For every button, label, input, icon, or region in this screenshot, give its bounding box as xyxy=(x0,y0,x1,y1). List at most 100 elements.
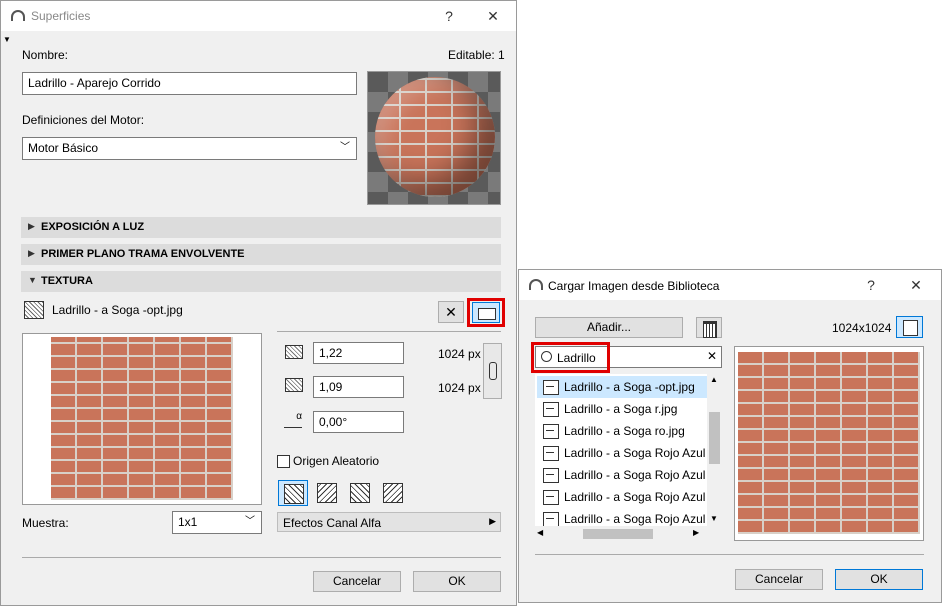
list-item[interactable]: Ladrillo - a Soga Rojo Azul D xyxy=(537,486,717,508)
section-light-label: EXPOSICIÓN A LUZ xyxy=(41,221,145,233)
image-resolution: 1024x1024 xyxy=(832,321,892,335)
image-info-icon xyxy=(903,320,918,336)
list-item-label: Ladrillo - a Soga r.jpg xyxy=(564,402,678,416)
height-field[interactable]: 1,09 xyxy=(313,376,404,398)
alpha-effects-label: Efectos Canal Alfa xyxy=(283,516,382,530)
cancel-button[interactable]: Cancelar xyxy=(313,571,401,592)
add-button[interactable]: Añadir... xyxy=(535,317,683,338)
chevron-down-icon: ﹀ xyxy=(245,516,255,527)
surfaces-titlebar: Superficies ? ✕ xyxy=(1,1,516,31)
hatch-icon xyxy=(284,484,304,504)
library-icon xyxy=(703,321,717,338)
texture-preview-frame xyxy=(22,333,262,505)
help-button[interactable]: ? xyxy=(857,274,885,296)
alpha-effects-button[interactable]: Efectos Canal Alfa ▶ xyxy=(277,512,501,532)
name-label: Nombre: xyxy=(22,48,69,62)
random-origin-checkbox[interactable] xyxy=(277,455,290,468)
library-footer-divider xyxy=(535,554,924,555)
sample-select[interactable]: 1x1 ﹀ xyxy=(172,511,262,534)
library-titlebar: Cargar Imagen desde Biblioteca ? ✕ xyxy=(519,270,941,300)
width-field[interactable]: 1,22 xyxy=(313,342,404,364)
image-file-icon xyxy=(543,380,559,395)
list-item-label: Ladrillo - a Soga Rojo Azul D xyxy=(564,512,707,526)
scroll-thumb[interactable] xyxy=(709,412,720,464)
ok-button[interactable]: OK xyxy=(413,571,501,592)
scroll-down-icon[interactable]: ▼ xyxy=(710,514,718,523)
list-item[interactable]: Ladrillo - a Soga r.jpg xyxy=(537,398,707,420)
angle-icon: α xyxy=(284,411,302,428)
chevron-down-icon: ﹀ xyxy=(340,142,350,153)
mirror-option-y[interactable] xyxy=(345,480,375,506)
app-logo-icon xyxy=(529,279,543,290)
mirror-option-x[interactable] xyxy=(312,480,342,506)
list-item-label: Ladrillo - a Soga ro.jpg xyxy=(564,424,685,438)
collapse-marker-icon: ▼ xyxy=(3,35,11,44)
texture-file-name: Ladrillo - a Soga -opt.jpg xyxy=(52,303,183,317)
list-item-label: Ladrillo - a Soga Rojo Azul D xyxy=(564,468,718,482)
section-texture[interactable]: ▼ TEXTURA xyxy=(21,271,501,292)
texture-preview xyxy=(51,337,233,500)
section-fill[interactable]: ▶ PRIMER PLANO TRAMA ENVOLVENTE xyxy=(21,244,501,265)
library-preview xyxy=(738,352,920,534)
hatch-icon xyxy=(383,483,403,503)
library-preview-frame xyxy=(734,346,924,541)
section-fill-label: PRIMER PLANO TRAMA ENVOLVENTE xyxy=(41,248,245,260)
caret-right-icon: ▶ xyxy=(28,248,35,258)
library-cancel-button[interactable]: Cancelar xyxy=(735,569,823,590)
caret-right-icon: ▶ xyxy=(489,516,496,526)
material-sphere xyxy=(375,77,495,197)
width-pixels: 1024 px xyxy=(438,347,481,361)
list-item-label: Ladrillo - a Soga Rojo Azul D xyxy=(564,490,718,504)
vertical-scrollbar[interactable]: ▲ ▼ xyxy=(707,374,722,526)
section-light[interactable]: ▶ EXPOSICIÓN A LUZ xyxy=(21,217,501,238)
search-highlight xyxy=(531,342,610,373)
angle-field[interactable]: 0,00° xyxy=(313,411,404,433)
app-logo-icon xyxy=(11,10,25,21)
close-button[interactable]: ✕ xyxy=(902,274,930,296)
clear-search-icon[interactable]: ✕ xyxy=(707,349,717,363)
list-item[interactable]: Ladrillo - a Soga -opt.jpg xyxy=(537,376,707,398)
scroll-left-icon[interactable]: ◀ xyxy=(537,528,543,537)
list-item[interactable]: Ladrillo - a Soga Rojo Azul D xyxy=(537,442,717,464)
random-origin-label: Origen Aleatorio xyxy=(293,454,380,468)
scroll-thumb[interactable] xyxy=(583,529,653,539)
library-ok-button[interactable]: OK xyxy=(835,569,923,590)
image-file-icon xyxy=(543,402,559,417)
list-item[interactable]: Ladrillo - a Soga ro.jpg xyxy=(537,420,707,442)
help-button[interactable]: ? xyxy=(435,5,463,27)
sample-label: Muestra: xyxy=(22,516,69,530)
caret-right-icon: ▶ xyxy=(28,221,35,231)
remove-texture-button[interactable]: ✕ xyxy=(438,301,464,323)
caret-down-icon: ▼ xyxy=(28,275,37,285)
preview-info-button[interactable] xyxy=(896,316,923,338)
engine-select[interactable]: Motor Básico ﹀ xyxy=(22,137,357,160)
folder-open-icon xyxy=(478,308,496,320)
texture-divider xyxy=(277,331,501,332)
section-texture-label: TEXTURA xyxy=(41,275,93,287)
engine-select-value: Motor Básico xyxy=(28,141,99,155)
scroll-right-icon[interactable]: ▶ xyxy=(693,528,699,537)
image-file-icon xyxy=(543,446,559,461)
load-texture-button[interactable] xyxy=(472,302,500,323)
hatch-icon xyxy=(350,483,370,503)
close-icon: ✕ xyxy=(445,304,457,320)
library-manager-button[interactable] xyxy=(696,317,722,338)
name-field[interactable]: Ladrillo - Aparejo Corrido xyxy=(22,72,357,95)
close-button[interactable]: ✕ xyxy=(479,5,507,27)
library-title: Cargar Imagen desde Biblioteca xyxy=(548,279,720,293)
engine-label: Definiciones del Motor: xyxy=(22,113,145,127)
image-file-icon xyxy=(543,424,559,439)
scroll-up-icon[interactable]: ▲ xyxy=(710,375,718,384)
list-item[interactable]: Ladrillo - a Soga Rojo Azul D xyxy=(537,464,717,486)
list-item-label: Ladrillo - a Soga Rojo Azul D xyxy=(564,446,718,460)
horizontal-scrollbar[interactable]: ◀ ▶ xyxy=(535,526,722,541)
mirror-option-xy[interactable] xyxy=(378,480,408,506)
surfaces-dialog: Superficies ? ✕ ▼ Nombre: Editable: 1 La… xyxy=(0,0,517,606)
list-item[interactable]: Ladrillo - a Soga Rojo Azul D xyxy=(537,508,707,526)
width-icon xyxy=(285,345,303,359)
chain-link-icon xyxy=(489,362,497,380)
image-file-icon xyxy=(543,490,559,505)
hatch-icon xyxy=(317,483,337,503)
mirror-option-none[interactable] xyxy=(278,480,308,506)
link-ratio-button[interactable] xyxy=(483,343,502,399)
